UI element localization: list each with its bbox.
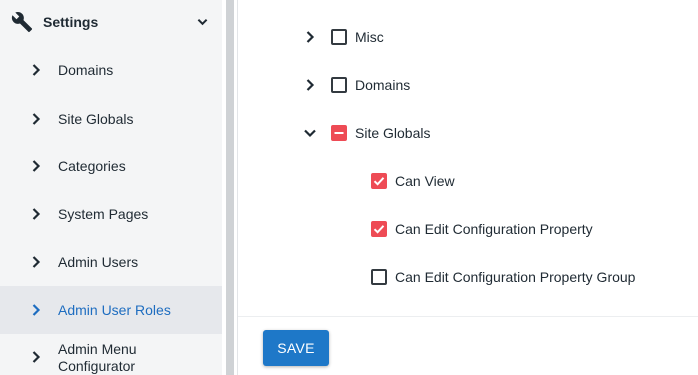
chevron-down-icon[interactable] bbox=[302, 125, 318, 141]
checkbox-can-edit-configuration-property[interactable] bbox=[371, 221, 387, 237]
tree-label: Can Edit Configuration Property Group bbox=[395, 269, 636, 285]
tree-item-can-edit-configuration-property-group: Can Edit Configuration Property Group bbox=[371, 265, 671, 289]
check-icon bbox=[373, 225, 385, 234]
chevron-down-icon[interactable] bbox=[197, 17, 208, 27]
tree-label: Domains bbox=[355, 77, 411, 93]
sidebar-item-label: Admin User Roles bbox=[58, 302, 171, 318]
divider bbox=[237, 0, 238, 375]
tree-group-domains: Domains bbox=[300, 73, 500, 97]
tree-label: Site Globals bbox=[355, 125, 431, 141]
sidebar: Settings Domains Site Globals Categories… bbox=[0, 0, 222, 375]
chevron-right-icon bbox=[32, 64, 41, 76]
chevron-right-icon bbox=[32, 304, 41, 316]
sidebar-item-system-pages[interactable]: System Pages bbox=[0, 190, 222, 238]
save-button[interactable]: SAVE bbox=[263, 330, 329, 366]
tree-item-can-view: Can View bbox=[371, 169, 671, 193]
sidebar-item-admin-user-roles[interactable]: Admin User Roles bbox=[0, 286, 222, 334]
sidebar-item-label: Site Globals bbox=[58, 111, 134, 127]
checkbox-can-view[interactable] bbox=[371, 173, 387, 189]
chevron-right-icon[interactable] bbox=[302, 77, 318, 93]
checkbox-site-globals[interactable] bbox=[331, 125, 347, 141]
sidebar-item-admin-users[interactable]: Admin Users bbox=[0, 238, 222, 286]
panel-resize-handle[interactable] bbox=[226, 0, 234, 375]
sidebar-item-admin-menu-configurator[interactable]: Admin Menu Configurator bbox=[0, 334, 222, 375]
settings-menu-header[interactable]: Settings bbox=[0, 0, 222, 44]
tree-label: Can View bbox=[395, 173, 455, 189]
chevron-right-icon[interactable] bbox=[302, 29, 318, 45]
checkbox-can-edit-configuration-property-group[interactable] bbox=[371, 269, 387, 285]
footer-divider bbox=[238, 316, 698, 317]
checkbox-domains[interactable] bbox=[331, 77, 347, 93]
tree-item-can-edit-configuration-property: Can Edit Configuration Property bbox=[371, 217, 671, 241]
checkbox-misc[interactable] bbox=[331, 29, 347, 45]
sidebar-item-label: Categories bbox=[58, 158, 126, 174]
tree-group-site-globals: Site Globals bbox=[300, 121, 500, 145]
wrench-icon bbox=[11, 12, 33, 33]
chevron-right-icon bbox=[32, 160, 41, 172]
tree-group-misc: Misc bbox=[300, 25, 500, 49]
chevron-right-icon bbox=[32, 113, 41, 125]
sidebar-item-label: Admin Users bbox=[58, 254, 139, 270]
sidebar-item-domains[interactable]: Domains bbox=[0, 46, 222, 94]
chevron-right-icon bbox=[32, 351, 41, 363]
sidebar-item-label: Admin Menu Configurator bbox=[58, 341, 137, 374]
minus-icon bbox=[334, 132, 344, 134]
tree-label: Can Edit Configuration Property bbox=[395, 221, 593, 237]
sidebar-item-label: Domains bbox=[58, 62, 114, 78]
sidebar-item-site-globals[interactable]: Site Globals bbox=[0, 95, 222, 143]
settings-title: Settings bbox=[43, 14, 99, 30]
sidebar-item-label: System Pages bbox=[58, 206, 149, 222]
tree-label: Misc bbox=[355, 29, 384, 45]
check-icon bbox=[373, 177, 385, 186]
sidebar-item-categories[interactable]: Categories bbox=[0, 142, 222, 190]
chevron-right-icon bbox=[32, 208, 41, 220]
chevron-right-icon bbox=[32, 256, 41, 268]
